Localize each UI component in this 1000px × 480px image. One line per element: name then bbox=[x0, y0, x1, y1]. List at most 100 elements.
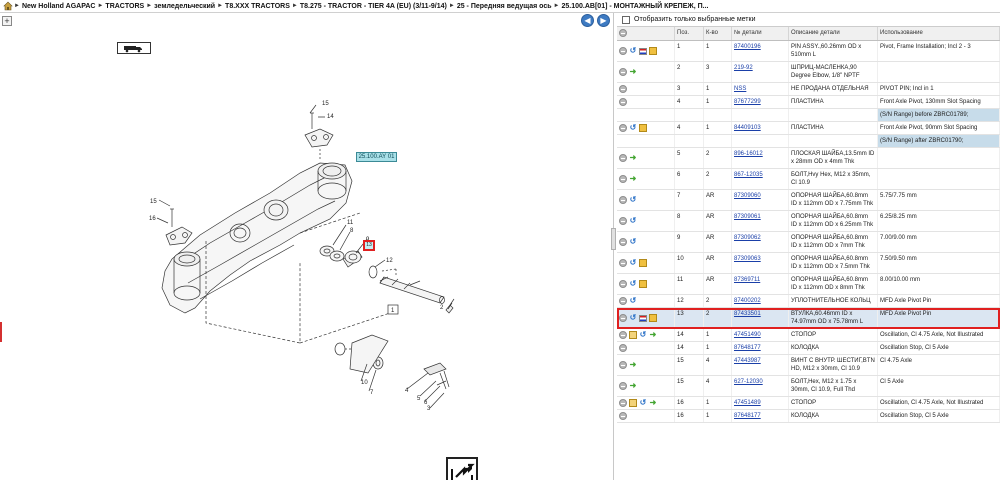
breadcrumb-item[interactable]: New Holland AGAPAC bbox=[20, 3, 98, 10]
pane-splitter[interactable] bbox=[611, 228, 616, 250]
table-row[interactable]: ↺ 9 AR 87309062 ОПОРНАЯ ШАЙБА,60.8mm ID x 11… bbox=[617, 232, 1000, 253]
table-row[interactable]: ↺ 10 AR 87309063 ОПОРНАЯ ШАЙБА,60.8mm ID x 1… bbox=[617, 253, 1000, 274]
replace-arrow-icon[interactable]: ↺ bbox=[629, 47, 637, 55]
table-row[interactable]: ↺ 8 AR 87309061 ОПОРНАЯ ШАЙБА,60.8mm ID x 11… bbox=[617, 211, 1000, 232]
forward-arrow-icon[interactable]: ➜ bbox=[649, 399, 657, 407]
breadcrumb-item[interactable]: T8.XXX TRACTORS bbox=[223, 3, 292, 10]
part-number-link[interactable]: 47451489 bbox=[734, 400, 761, 406]
replace-arrow-icon[interactable]: ↺ bbox=[629, 238, 637, 246]
table-row[interactable]: ➜ 5 2 896-16012 ПЛОСКАЯ ШАЙБА,13.5mm ID x 28… bbox=[617, 148, 1000, 169]
part-number-link[interactable]: 87309063 bbox=[734, 256, 761, 262]
note-icon[interactable] bbox=[629, 399, 637, 407]
package-icon[interactable] bbox=[649, 47, 657, 55]
breadcrumb-item[interactable]: TRACTORS bbox=[103, 3, 146, 10]
forward-arrow-icon[interactable]: ➜ bbox=[629, 68, 637, 76]
truck-icon[interactable] bbox=[117, 42, 151, 54]
part-number-link[interactable]: NSS bbox=[734, 86, 746, 92]
part-number-link[interactable]: 219-92 bbox=[734, 65, 753, 71]
forward-arrow-icon[interactable]: ➜ bbox=[629, 382, 637, 390]
flag-icon[interactable] bbox=[639, 314, 647, 322]
note-icon[interactable] bbox=[629, 331, 637, 339]
flag-icon[interactable] bbox=[639, 47, 647, 55]
replace-arrow-icon[interactable]: ↺ bbox=[639, 399, 647, 407]
table-row[interactable]: 14 1 87648177 КОЛОДКА Oscillation Stop, Cl 5… bbox=[617, 342, 1000, 355]
row-menu-icon[interactable] bbox=[619, 154, 627, 162]
table-row[interactable]: 16 1 87648177 КОЛОДКА Oscillation Stop, Cl 5… bbox=[617, 410, 1000, 423]
row-menu-icon[interactable] bbox=[619, 412, 627, 420]
breadcrumb-item[interactable]: T8.275 - TRACTOR - TIER 4A (EU) (3/11-9/… bbox=[298, 3, 449, 10]
row-menu-icon[interactable] bbox=[619, 98, 627, 106]
table-row[interactable]: ➜ 15 4 627-12030 БОЛТ,Hex, M12 x 1.75 x 30mm… bbox=[617, 376, 1000, 397]
row-menu-icon[interactable] bbox=[619, 331, 627, 339]
previous-arrow-icon[interactable]: ◀ bbox=[581, 14, 594, 27]
package-icon[interactable] bbox=[639, 259, 647, 267]
row-menu-icon[interactable] bbox=[619, 68, 627, 76]
part-number-link[interactable]: 896-16012 bbox=[734, 151, 763, 157]
row-menu-icon[interactable] bbox=[619, 382, 627, 390]
part-number-link[interactable]: 87648177 bbox=[734, 413, 761, 419]
table-row[interactable]: ↺ 11 AR 87369711 ОПОРНАЯ ШАЙБА,60.8mm ID x 1… bbox=[617, 274, 1000, 295]
row-menu-icon[interactable] bbox=[619, 217, 627, 225]
row-menu-icon[interactable] bbox=[619, 344, 627, 352]
part-number-link[interactable]: 627-12030 bbox=[734, 379, 763, 385]
replace-arrow-icon[interactable]: ↺ bbox=[629, 297, 637, 305]
row-menu-icon[interactable] bbox=[619, 175, 627, 183]
table-row[interactable]: 3 1 NSS НЕ ПРОДАНА ОТДЕЛЬНАЯ PIVOT PIN; Incl… bbox=[617, 83, 1000, 96]
table-row[interactable]: ↺ ➜ 14 1 47451490 СТОПОР Oscillation, Cl 4.75 … bbox=[617, 329, 1000, 342]
table-row[interactable]: (S/N Range) after ZBRC01790; bbox=[617, 135, 1000, 148]
row-menu-icon[interactable] bbox=[619, 47, 627, 55]
table-row[interactable]: ↺ ➜ 16 1 47451489 СТОПОР Oscillation, Cl 4.75 … bbox=[617, 397, 1000, 410]
header-use[interactable]: Использование bbox=[878, 27, 1000, 40]
row-menu-icon[interactable] bbox=[619, 85, 627, 93]
row-menu-icon[interactable] bbox=[619, 259, 627, 267]
row-menu-icon[interactable] bbox=[619, 314, 627, 322]
table-row[interactable]: (S/N Range) before ZBRC01789; bbox=[617, 109, 1000, 122]
part-number-link[interactable]: 87369711 bbox=[734, 277, 760, 283]
table-row[interactable]: ↺ 7 AR 87309060 ОПОРНАЯ ШАЙБА,60.8mm ID x 11… bbox=[617, 190, 1000, 211]
header-desc[interactable]: Описание детали bbox=[789, 27, 878, 40]
filter-checkbox[interactable] bbox=[622, 15, 630, 24]
row-menu-icon[interactable] bbox=[619, 280, 627, 288]
replace-arrow-icon[interactable]: ↺ bbox=[629, 124, 637, 132]
replace-arrow-icon[interactable]: ↺ bbox=[629, 196, 637, 204]
header-qty[interactable]: К-во bbox=[704, 27, 732, 40]
home-icon[interactable] bbox=[2, 0, 14, 12]
export-icon[interactable] bbox=[446, 457, 478, 480]
forward-arrow-icon[interactable]: ➜ bbox=[629, 154, 637, 162]
part-number-link[interactable]: 87309062 bbox=[734, 235, 761, 241]
package-icon[interactable] bbox=[639, 124, 647, 132]
part-number-link[interactable]: 87309060 bbox=[734, 193, 761, 199]
table-row[interactable]: ↺ 4 1 84409103 ПЛАСТИНА Front Axle Pivot, 90m… bbox=[617, 122, 1000, 135]
row-menu-icon[interactable] bbox=[619, 196, 627, 204]
forward-arrow-icon[interactable]: ➜ bbox=[629, 361, 637, 369]
row-menu-icon[interactable] bbox=[619, 124, 627, 132]
part-number-link[interactable]: 867-12035 bbox=[734, 172, 763, 178]
reference-tag[interactable]: 25.100.AY 01 bbox=[356, 152, 397, 162]
table-row[interactable]: ↺ 12 2 87400202 УПЛОТНИТЕЛЬНОЕ КОЛЬЦ MFD Axle… bbox=[617, 295, 1000, 308]
part-number-link[interactable]: 47451490 bbox=[734, 332, 761, 338]
replace-arrow-icon[interactable]: ↺ bbox=[629, 259, 637, 267]
breadcrumb-item[interactable]: 25 - Передняя ведущая ось bbox=[455, 3, 554, 10]
part-number-link[interactable]: 87433501 bbox=[734, 311, 761, 317]
table-row[interactable]: ↺ 1 1 87400196 PIN ASSY.,60.26mm OD x 510mm … bbox=[617, 41, 1000, 62]
table-row[interactable]: ➜ 15 4 47443987 ВИНТ С ВНУТР. ШЕСТИГ,BTN HD,… bbox=[617, 355, 1000, 376]
replace-arrow-icon[interactable]: ↺ bbox=[629, 280, 637, 288]
part-number-link[interactable]: 87648177 bbox=[734, 345, 761, 351]
table-row[interactable]: 4 1 87677299 ПЛАСТИНА Front Axle Pivot, 130m… bbox=[617, 96, 1000, 109]
header-part[interactable]: № детали bbox=[732, 27, 789, 40]
header-pos[interactable]: Поз. bbox=[675, 27, 704, 40]
table-row-selected[interactable]: ↺ 13 2 87433501 ВТУЛКА,60.46mm ID x 74.97mm … bbox=[617, 308, 1000, 329]
row-menu-icon[interactable] bbox=[619, 361, 627, 369]
part-number-link[interactable]: 87677299 bbox=[734, 99, 761, 105]
part-number-link[interactable]: 84409103 bbox=[734, 125, 761, 131]
part-number-link[interactable]: 87400196 bbox=[734, 44, 761, 50]
table-row[interactable]: ➜ 6 2 867-12035 БОЛТ,Hvy Hex, M12 x 35mm, Cl… bbox=[617, 169, 1000, 190]
row-menu-icon[interactable] bbox=[619, 399, 627, 407]
package-icon[interactable] bbox=[649, 314, 657, 322]
highlighted-callout[interactable]: 13 bbox=[363, 240, 375, 251]
row-menu-icon[interactable] bbox=[619, 297, 627, 305]
row-menu-icon[interactable] bbox=[619, 238, 627, 246]
part-number-link[interactable]: 47443987 bbox=[734, 358, 761, 364]
forward-arrow-icon[interactable]: ➜ bbox=[649, 331, 657, 339]
replace-arrow-icon[interactable]: ↺ bbox=[639, 331, 647, 339]
